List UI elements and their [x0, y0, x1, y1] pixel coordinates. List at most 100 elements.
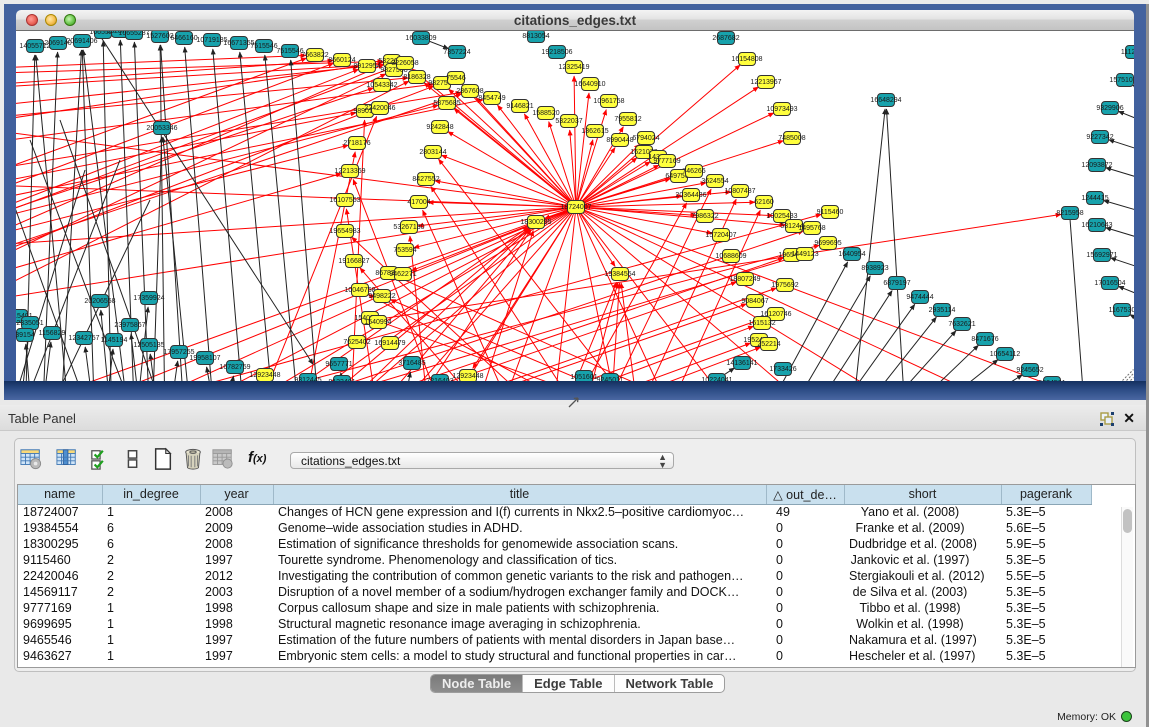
svg-text:1640954: 1640954: [838, 251, 865, 258]
svg-text:39154: 39154: [16, 332, 35, 339]
svg-text:1540994: 1540994: [364, 319, 391, 326]
svg-text:9245011: 9245011: [597, 377, 624, 381]
svg-text:9227342: 9227342: [1086, 134, 1113, 141]
svg-text:6794024: 6794024: [632, 135, 659, 142]
svg-text:7357224: 7357224: [443, 49, 470, 56]
svg-text:2803144: 2803144: [419, 149, 446, 156]
svg-text:10807487: 10807487: [724, 188, 755, 195]
svg-text:12325419: 12325419: [558, 64, 589, 71]
svg-text:5875685: 5875685: [433, 100, 460, 107]
svg-text:2935114: 2935114: [929, 307, 956, 314]
svg-text:8215958: 8215958: [1056, 210, 1083, 217]
svg-text:9146821: 9146821: [506, 103, 533, 110]
svg-text:8186328: 8186328: [403, 74, 430, 81]
svg-text:9329906: 9329906: [1096, 105, 1123, 112]
svg-text:17359924: 17359924: [133, 295, 164, 302]
svg-text:753594: 753594: [393, 247, 416, 254]
svg-text:9084067: 9084067: [741, 298, 768, 305]
svg-text:9312445: 9312445: [294, 377, 321, 381]
svg-text:8123401: 8123401: [328, 379, 355, 381]
svg-text:18807249: 18807249: [729, 276, 760, 283]
svg-text:10973493: 10973493: [766, 106, 797, 113]
svg-text:19218506: 19218506: [541, 49, 572, 56]
svg-text:1362615: 1362615: [581, 128, 608, 135]
svg-text:7663822: 7663822: [301, 52, 328, 59]
svg-text:3624554: 3624554: [701, 178, 728, 185]
svg-text:8660124: 8660124: [328, 57, 355, 64]
svg-text:1615132: 1615132: [748, 320, 775, 327]
svg-text:1588520: 1588520: [532, 110, 559, 117]
svg-text:9474444: 9474444: [906, 294, 933, 301]
svg-text:9657771: 9657771: [325, 361, 352, 368]
svg-text:18724007: 18724007: [560, 204, 591, 211]
svg-text:23975867: 23975867: [114, 322, 145, 329]
svg-text:8427552: 8427552: [412, 176, 439, 183]
svg-text:7515546: 7515546: [276, 48, 303, 55]
svg-text:7955812: 7955812: [614, 116, 641, 123]
svg-text:1733426: 1733426: [769, 366, 796, 373]
svg-text:19958107: 19958107: [189, 355, 220, 362]
svg-text:1112404: 1112404: [1121, 49, 1134, 56]
svg-text:2867608: 2867608: [456, 88, 483, 95]
svg-text:8813054: 8813054: [522, 33, 549, 40]
svg-text:12213967: 12213967: [750, 79, 781, 86]
svg-text:2335051: 2335051: [16, 320, 43, 327]
svg-text:18300295: 18300295: [520, 219, 551, 226]
svg-text:10224041: 10224041: [701, 377, 732, 381]
svg-text:10654112: 10654112: [990, 351, 1021, 358]
svg-text:14136141: 14136141: [726, 360, 757, 367]
svg-text:7216403: 7216403: [426, 378, 453, 381]
svg-text:8990448: 8990448: [606, 137, 633, 144]
svg-text:75546: 75546: [446, 75, 466, 82]
svg-text:15692971: 15692971: [1086, 252, 1117, 259]
svg-text:3226058: 3226058: [391, 60, 418, 67]
svg-text:16914479: 16914479: [374, 340, 405, 347]
svg-text:16107553: 16107553: [329, 197, 360, 204]
svg-text:15720407: 15720407: [705, 232, 736, 239]
svg-text:6466160: 6466160: [170, 35, 197, 42]
svg-text:8454749: 8454749: [478, 95, 505, 102]
svg-text:7625402: 7625402: [343, 339, 370, 346]
svg-text:3716485: 3716485: [398, 360, 425, 367]
svg-text:2718176: 2718176: [343, 140, 370, 147]
svg-text:1156829: 1156829: [39, 330, 66, 337]
svg-text:10688609: 10688609: [715, 253, 746, 260]
svg-text:9462271: 9462271: [389, 271, 416, 278]
svg-text:2687682: 2687682: [712, 35, 739, 42]
svg-text:1145194: 1145194: [101, 337, 128, 344]
svg-text:6879197: 6879197: [883, 280, 910, 287]
svg-text:746266: 746266: [682, 168, 705, 175]
svg-text:1449123: 1449123: [791, 251, 818, 258]
svg-text:12923448: 12923448: [452, 373, 483, 380]
svg-text:9699695: 9699695: [814, 240, 841, 247]
svg-text:12923448: 12923448: [249, 372, 280, 379]
svg-text:9498222: 9498222: [368, 293, 395, 300]
svg-text:9245652: 9245652: [1016, 367, 1043, 374]
svg-text:1051601: 1051601: [570, 374, 597, 381]
svg-text:417004: 417004: [407, 199, 430, 206]
svg-text:1495768: 1495768: [798, 225, 825, 232]
svg-text:10961758: 10961758: [593, 98, 624, 105]
svg-text:9324501: 9324501: [1038, 380, 1065, 381]
svg-text:8912954: 8912954: [353, 63, 380, 70]
svg-text:62160: 62160: [754, 199, 774, 206]
svg-text:10655287: 10655287: [118, 31, 149, 37]
svg-text:8938923: 8938923: [861, 265, 888, 272]
svg-text:17016504: 17016504: [1094, 280, 1125, 287]
svg-text:12505135: 12505135: [133, 342, 164, 349]
svg-text:16154808: 16154808: [731, 56, 762, 63]
svg-text:22420046: 22420046: [364, 105, 395, 112]
svg-text:7485008: 7485008: [778, 135, 805, 142]
svg-text:16782759: 16782759: [219, 364, 250, 371]
svg-text:16648294: 16648294: [870, 97, 901, 104]
svg-text:12342757: 12342757: [68, 335, 99, 342]
svg-text:10543342: 10543342: [366, 82, 397, 89]
svg-text:9777169: 9777169: [653, 158, 680, 165]
svg-text:20206558: 20206558: [84, 298, 115, 305]
svg-text:15751074: 15751074: [1109, 77, 1134, 84]
svg-text:53267130: 53267130: [393, 224, 424, 231]
svg-text:20691406: 20691406: [66, 38, 97, 45]
svg-text:5322037: 5322037: [555, 118, 582, 125]
svg-text:7986322: 7986322: [691, 213, 718, 220]
svg-text:8471676: 8471676: [971, 336, 998, 343]
